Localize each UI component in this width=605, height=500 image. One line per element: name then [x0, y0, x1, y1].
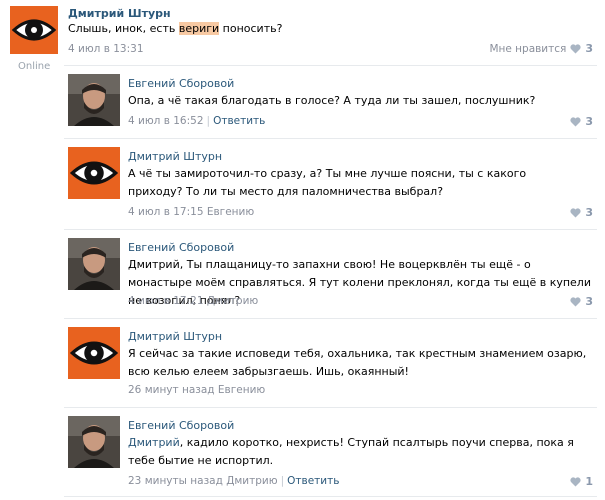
comment-item: Евгений Сборовой Дмитрий, Ты плащаницу-т… — [0, 230, 605, 318]
like-count: 3 — [585, 206, 593, 219]
wall-post: Online Дмитрий Штурн Слышь, инок, есть в… — [0, 0, 605, 72]
reply-to-link[interactable]: Евгению — [207, 206, 254, 218]
comment-meta: 26 минут назад Евгению — [128, 384, 265, 396]
like-count: 3 — [585, 42, 593, 55]
meta-separator: | — [206, 115, 211, 127]
comment-meta: 4 июл в 17:15 Евгению — [128, 206, 254, 218]
comment-timestamp[interactable]: 26 минут назад — [128, 384, 215, 396]
comment-text-body: , кадило коротко, нехристь! Ступай псалт… — [128, 436, 574, 467]
reply-to-link[interactable]: Евгению — [218, 384, 265, 396]
post-text-before: Слышь, инок, есть — [68, 22, 179, 35]
comment-divider — [64, 496, 597, 497]
post-text: Слышь, инок, есть вериги поносить? — [68, 20, 282, 38]
comment-like-button[interactable]: 1 — [570, 475, 593, 488]
like-count: 1 — [585, 475, 593, 488]
heart-icon — [570, 116, 581, 126]
comment-like-button[interactable]: 3 — [570, 295, 593, 308]
comment-timestamp[interactable]: 4 июл в 17:21 — [128, 295, 204, 307]
heart-icon — [570, 296, 581, 306]
comment-meta: 23 минуты назад Дмитрию | Ответить — [128, 475, 339, 487]
avatar-photo[interactable] — [68, 74, 120, 126]
comment-text: Дмитрий, кадило коротко, нехристь! Ступа… — [128, 434, 594, 470]
post-text-highlight: вериги — [178, 22, 220, 35]
post-timestamp[interactable]: 4 июл в 13:31 — [68, 43, 144, 55]
person-photo-icon — [68, 238, 120, 290]
like-count: 3 — [585, 295, 593, 308]
comment-text: Опа, а чё такая благодать в голосе? А ту… — [128, 94, 536, 107]
comment-item: Дмитрий Штурн Я сейчас за такие исповеди… — [0, 319, 605, 407]
comment-item: Евгений Сборовой Опа, а чё такая благода… — [0, 66, 605, 138]
comment-meta: 4 июл в 16:52 | Ответить — [128, 115, 265, 127]
post-like-button[interactable]: Мне нравится 3 — [489, 42, 593, 55]
comment-item: Дмитрий Штурн А чё ты замироточил-то сра… — [0, 139, 605, 229]
heart-icon — [570, 43, 581, 53]
comment-author-link[interactable]: Евгений Сборовой — [128, 241, 234, 254]
comment-author-link[interactable]: Дмитрий Штурн — [128, 330, 222, 343]
comment-like-button[interactable]: 3 — [570, 206, 593, 219]
avatar-eye-logo[interactable] — [68, 147, 120, 199]
post-author-link[interactable]: Дмитрий Штурн — [68, 7, 171, 20]
reply-button[interactable]: Ответить — [213, 115, 265, 127]
avatar-eye-logo[interactable] — [10, 6, 58, 54]
mention-link[interactable]: Дмитрий — [128, 436, 180, 449]
meta-separator: | — [280, 475, 285, 487]
heart-icon — [570, 207, 581, 217]
reply-button[interactable]: Ответить — [287, 475, 339, 487]
eye-logo-icon — [10, 6, 58, 54]
comment-author-link[interactable]: Дмитрий Штурн — [128, 150, 222, 163]
like-label: Мне нравится — [489, 42, 567, 55]
comment-meta: 4 июл в 17:21 Дмитрию — [128, 295, 258, 307]
avatar-eye-logo[interactable] — [68, 327, 120, 379]
comment-timestamp[interactable]: 4 июл в 16:52 — [128, 115, 204, 127]
heart-icon — [570, 476, 581, 486]
avatar-photo[interactable] — [68, 416, 120, 468]
comment-author-link[interactable]: Евгений Сборовой — [128, 419, 234, 432]
comment-timestamp[interactable]: 4 июл в 17:15 — [128, 206, 204, 218]
eye-logo-icon — [68, 147, 120, 199]
comment-text: А чё ты замироточил-то сразу, а? Ты мне … — [128, 167, 527, 198]
post-text-after: поносить? — [219, 22, 283, 35]
comment-timestamp[interactable]: 23 минуты назад — [128, 475, 223, 487]
person-photo-icon — [68, 74, 120, 126]
comment-text: Я сейчас за такие исповеди тебя, охальни… — [128, 347, 587, 378]
reply-to-link[interactable]: Дмитрию — [207, 295, 258, 307]
person-photo-icon — [68, 416, 120, 468]
avatar-photo[interactable] — [68, 238, 120, 290]
comment-like-button[interactable]: 3 — [570, 115, 593, 128]
comment-author-link[interactable]: Евгений Сборовой — [128, 77, 234, 90]
reply-to-link[interactable]: Дмитрию — [226, 475, 277, 487]
eye-logo-icon — [68, 327, 120, 379]
like-count: 3 — [585, 115, 593, 128]
comment-item: Евгений Сборовой Дмитрий, кадило коротко… — [0, 408, 605, 500]
